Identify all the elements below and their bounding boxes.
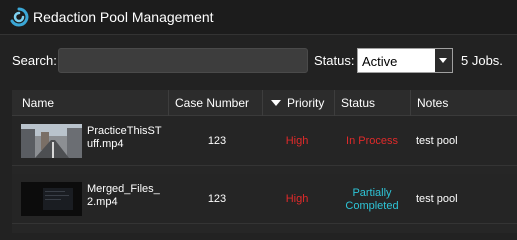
column-header-status[interactable]: Status (334, 90, 410, 116)
priority-value: High (285, 193, 309, 205)
jobs-count: 5 Jobs. (461, 53, 503, 68)
notes-value: test pool (416, 135, 458, 147)
column-header-name[interactable]: Name (12, 90, 168, 116)
case-number: 123 (207, 193, 227, 205)
video-thumbnail (21, 182, 82, 216)
search-input[interactable] (58, 48, 308, 73)
table-row[interactable]: PracticeThisSTuff.mp4 123 High In Proces… (12, 116, 517, 166)
jobs-table: Name Case Number Priority Status Notes P… (12, 90, 517, 233)
case-number: 123 (207, 135, 227, 147)
table-row[interactable]: Merged_Files_2.mp4 123 High Partially Co… (12, 174, 517, 224)
app-logo-icon (10, 7, 29, 27)
status-dropdown-toggle[interactable] (435, 49, 452, 72)
status-dropdown-value: Active (362, 54, 398, 69)
chevron-down-icon (439, 58, 447, 63)
status-value: In Process (346, 135, 398, 147)
title-bar: Redaction Pool Management (0, 0, 517, 34)
table-header: Name Case Number Priority Status Notes (12, 90, 517, 116)
file-name: PracticeThisSTuff.mp4 (87, 125, 162, 150)
column-header-case-number[interactable]: Case Number (168, 90, 262, 116)
sort-descending-icon (271, 100, 281, 106)
title-divider (0, 34, 517, 35)
video-thumbnail (21, 124, 82, 158)
file-name: Merged_Files_2.mp4 (87, 183, 160, 208)
priority-value: High (285, 135, 309, 147)
notes-value: test pool (416, 193, 458, 205)
status-label: Status: (314, 53, 355, 68)
status-value: Partially Completed (345, 187, 399, 212)
status-dropdown[interactable]: Active (357, 48, 453, 73)
column-header-notes[interactable]: Notes (410, 90, 517, 116)
window-title: Redaction Pool Management (33, 9, 214, 25)
search-label: Search: (12, 53, 57, 68)
